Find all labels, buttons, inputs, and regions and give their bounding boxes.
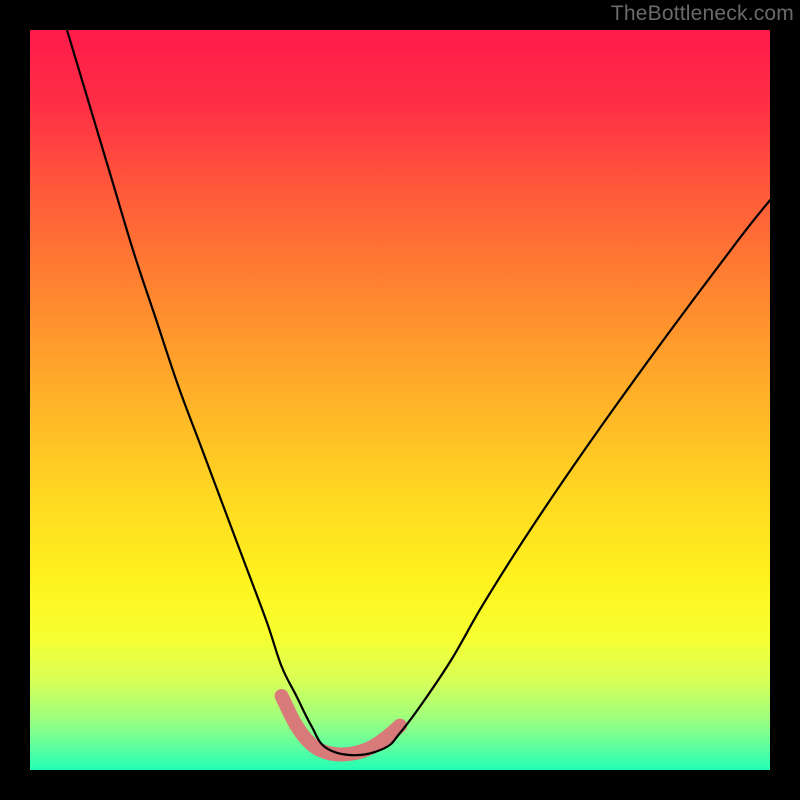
minimum-highlight: [282, 696, 400, 754]
curve-layer: [30, 30, 770, 770]
watermark-text: TheBottleneck.com: [611, 2, 794, 26]
chart-frame: TheBottleneck.com: [0, 0, 800, 800]
bottleneck-curve: [67, 30, 770, 755]
plot-area: [30, 30, 770, 770]
